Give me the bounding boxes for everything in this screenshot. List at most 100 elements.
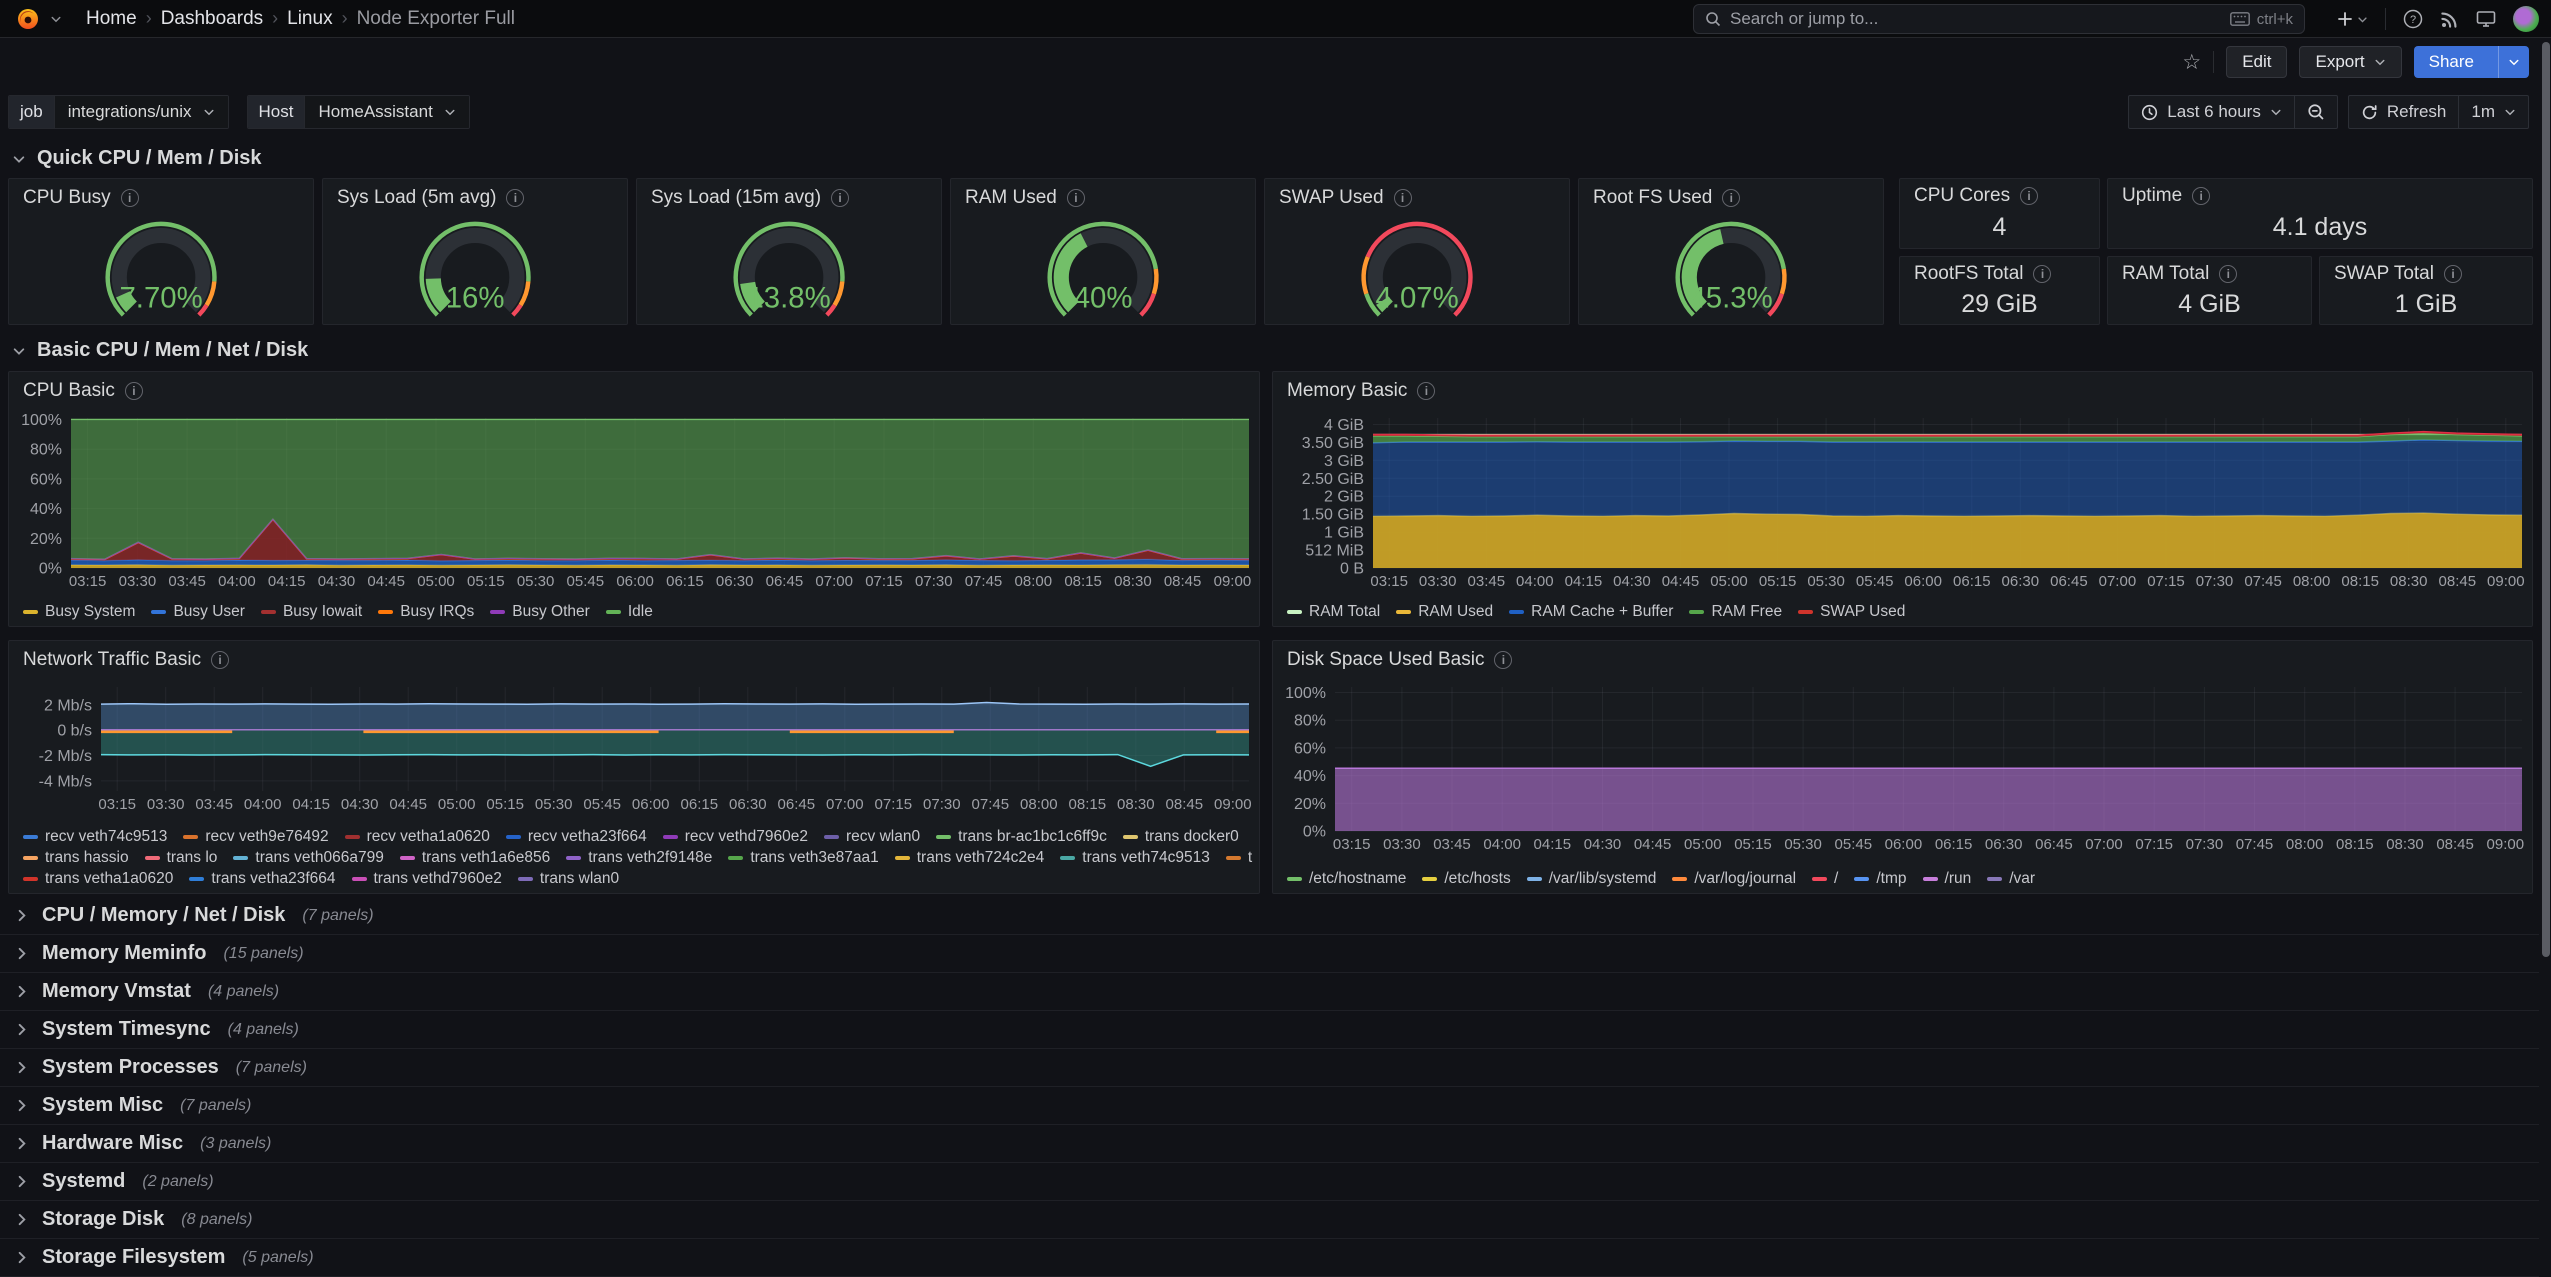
avatar[interactable] [2513,6,2539,32]
legend-item-etc-hostname[interactable]: /etc/hostname [1287,870,1406,888]
section-header-basic[interactable]: Basic CPU / Mem / Net / Disk [12,339,308,362]
panel-title[interactable]: RAM Used [965,187,1057,209]
legend-item-trans-hassio[interactable]: trans hassio [23,849,129,867]
collapsed-row-memory-vmstat[interactable]: Memory Vmstat(4 panels) [0,973,2539,1011]
legend-item-busy-other[interactable]: Busy Other [490,603,590,621]
zoom-out-button[interactable] [2294,96,2337,128]
monitor-kiosk-icon[interactable] [2476,9,2496,29]
info-icon[interactable]: i [831,189,849,207]
collapsed-row-system-timesync[interactable]: System Timesync(4 panels) [0,1011,2539,1049]
collapsed-row-system-misc[interactable]: System Misc(7 panels) [0,1087,2539,1125]
collapsed-row-memory-meminfo[interactable]: Memory Meminfo(15 panels) [0,935,2539,973]
legend-item-busy-user[interactable]: Busy User [151,603,245,621]
panel-title[interactable]: CPU Basic [23,380,115,402]
collapsed-row-storage-disk[interactable]: Storage Disk(8 panels) [0,1201,2539,1239]
panel-title[interactable]: CPU Busy [23,187,111,209]
page-scrollbar[interactable] [2541,38,2551,1266]
scrollbar-thumb[interactable] [2542,42,2550,957]
legend-item-recv-vetha1a0620[interactable]: recv vetha1a0620 [345,828,490,846]
chart-plot[interactable]: 0%20%40%60%80%100%03:1503:3003:4504:0004… [1273,679,2532,855]
legend-item-etc-hosts[interactable]: /etc/hosts [1422,870,1510,888]
info-icon[interactable]: i [1417,382,1435,400]
panel-title[interactable]: SWAP Total [2334,263,2434,285]
panel-title[interactable]: Network Traffic Basic [23,649,201,671]
time-range-picker[interactable]: Last 6 hours [2129,96,2294,128]
collapsed-row-system-processes[interactable]: System Processes(7 panels) [0,1049,2539,1087]
info-icon[interactable]: i [1494,651,1512,669]
search-input[interactable]: Search or jump to... ctrl+k [1693,4,2305,34]
chart-plot[interactable]: 0%20%40%60%80%100%03:1503:3003:4504:0004… [9,410,1259,592]
refresh-button[interactable]: Refresh [2349,96,2459,128]
legend-item-ram-free[interactable]: RAM Free [1689,603,1782,621]
legend-item-ram-cache-buffer[interactable]: RAM Cache + Buffer [1509,603,1673,621]
legend-item-trans-vethd7960e2[interactable]: trans vethd7960e2 [352,870,502,888]
panel-title[interactable]: SWAP Used [1279,187,1384,209]
legend-item-[interactable]: / [1812,870,1838,888]
legend-item-trans-vetha1a0620[interactable]: trans vetha1a0620 [23,870,173,888]
chart-plot[interactable]: 0 B512 MiB1 GiB1.50 GiB2 GiB2.50 GiB3 Gi… [1273,410,2532,592]
info-icon[interactable]: i [506,189,524,207]
panel-title[interactable]: RootFS Total [1914,263,2023,285]
panel-title[interactable]: Disk Space Used Basic [1287,649,1484,671]
legend-item-trans-veth1a6e856[interactable]: trans veth1a6e856 [400,849,550,867]
legend-item-var-log-journal[interactable]: /var/log/journal [1672,870,1796,888]
legend-item-ram-used[interactable]: RAM Used [1396,603,1493,621]
info-icon[interactable]: i [2033,265,2051,283]
panel-title[interactable]: CPU Cores [1914,185,2010,207]
panel-title[interactable]: Sys Load (5m avg) [337,187,496,209]
collapsed-row-storage-filesystem[interactable]: Storage Filesystem(5 panels) [0,1239,2539,1277]
info-icon[interactable]: i [211,651,229,669]
panel-title[interactable]: Memory Basic [1287,380,1407,402]
refresh-interval-dropdown[interactable]: 1m [2458,96,2528,128]
share-button[interactable]: Share [2414,46,2529,78]
legend-item-trans-docker0[interactable]: trans docker0 [1123,828,1239,846]
breadcrumb-item-home[interactable]: Home [86,8,137,30]
section-header-quick[interactable]: Quick CPU / Mem / Disk [12,147,262,170]
legend-item-swap-used[interactable]: SWAP Used [1798,603,1905,621]
edit-button[interactable]: Edit [2226,46,2287,78]
legend-item-busy-iowait[interactable]: Busy Iowait [261,603,362,621]
legend-item-trans-br-ac1bc1c6ff9c[interactable]: trans br-ac1bc1c6ff9c [936,828,1107,846]
collapsed-row-cpu-memory-net-disk[interactable]: CPU / Memory / Net / Disk(7 panels) [0,897,2539,935]
variable-value-dropdown[interactable]: integrations/unix [54,96,228,128]
legend-item-recv-veth9e76492[interactable]: recv veth9e76492 [183,828,328,846]
legend-item-recv-wlan0[interactable]: recv wlan0 [824,828,920,846]
info-icon[interactable]: i [2192,187,2210,205]
legend-item-var-lib-systemd[interactable]: /var/lib/systemd [1527,870,1657,888]
legend-item-trans-veth9e76492[interactable]: trans veth9e76492 [1226,849,1253,867]
info-icon[interactable]: i [2219,265,2237,283]
info-icon[interactable]: i [1722,189,1740,207]
panel-title[interactable]: Root FS Used [1593,187,1712,209]
info-icon[interactable]: i [121,189,139,207]
chevron-down-icon[interactable] [50,13,62,25]
legend-item-trans-veth724c2e4[interactable]: trans veth724c2e4 [895,849,1045,867]
breadcrumb-item-dashboards[interactable]: Dashboards [161,8,263,30]
legend-item-trans-veth74c9513[interactable]: trans veth74c9513 [1060,849,1210,867]
breadcrumb-item-linux[interactable]: Linux [287,8,332,30]
legend-item-busy-system[interactable]: Busy System [23,603,135,621]
info-icon[interactable]: i [1394,189,1412,207]
legend-item-trans-veth3e87aa1[interactable]: trans veth3e87aa1 [728,849,878,867]
legend-item-trans-lo[interactable]: trans lo [145,849,218,867]
legend-item-recv-vetha23f664[interactable]: recv vetha23f664 [506,828,647,846]
panel-title[interactable]: Uptime [2122,185,2182,207]
legend-item-tmp[interactable]: /tmp [1854,870,1906,888]
grafana-logo[interactable] [16,7,40,31]
collapsed-row-systemd[interactable]: Systemd(2 panels) [0,1163,2539,1201]
panel-title[interactable]: RAM Total [2122,263,2209,285]
legend-item-recv-veth74c9513[interactable]: recv veth74c9513 [23,828,167,846]
chart-plot[interactable]: 2 Mb/s0 b/s-2 Mb/s-4 Mb/s03:1503:3003:45… [9,679,1259,815]
legend-item-ram-total[interactable]: RAM Total [1287,603,1380,621]
export-button[interactable]: Export [2299,46,2401,78]
legend-item-var[interactable]: /var [1987,870,2035,888]
legend-item-recv-vethd7960e2[interactable]: recv vethd7960e2 [663,828,808,846]
legend-item-busy-irqs[interactable]: Busy IRQs [378,603,474,621]
share-dropdown-chevron[interactable] [2498,46,2529,78]
info-icon[interactable]: i [2020,187,2038,205]
legend-item-run[interactable]: /run [1923,870,1972,888]
help-icon[interactable]: ? [2403,9,2423,29]
add-button[interactable] [2337,11,2368,27]
news-rss-icon[interactable] [2440,10,2459,29]
star-favorite-icon[interactable]: ☆ [2182,52,2201,73]
legend-item-trans-vetha23f664[interactable]: trans vetha23f664 [189,870,335,888]
